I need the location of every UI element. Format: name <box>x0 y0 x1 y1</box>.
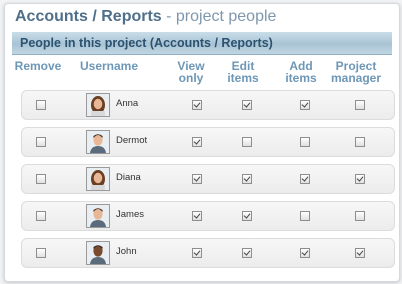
female-user-avatar <box>86 93 110 117</box>
person-row-anna: Anna <box>21 90 395 120</box>
project-manager-checkbox[interactable] <box>355 137 365 147</box>
edit-items-checkbox[interactable] <box>242 174 252 184</box>
view-only-checkbox[interactable] <box>192 211 202 221</box>
view-only-checkbox[interactable] <box>192 100 202 110</box>
header-username: Username <box>79 59 139 73</box>
view-only-checkbox[interactable] <box>192 137 202 147</box>
project-manager-checkbox[interactable] <box>355 211 365 221</box>
person-row-john: John <box>21 238 395 268</box>
page-title: Accounts / Reports - project people <box>15 8 276 26</box>
username-label: Anna <box>116 98 139 109</box>
column-headers: Remove Username View only Edit items Add… <box>5 60 399 92</box>
female-user-avatar <box>86 167 110 191</box>
project-manager-checkbox[interactable] <box>355 174 365 184</box>
header-add-items: Add items <box>285 59 317 85</box>
project-people-panel: Accounts / Reports - project people Peop… <box>4 3 400 282</box>
header-project-manager: Project manager <box>330 59 382 85</box>
edit-items-checkbox[interactable] <box>242 137 252 147</box>
username-label: Diana <box>116 172 141 183</box>
username-label: Dermot <box>116 135 148 146</box>
project-manager-checkbox[interactable] <box>355 248 365 258</box>
person-row-diana: Diana <box>21 164 395 194</box>
male-user-avatar <box>86 241 110 265</box>
add-items-checkbox[interactable] <box>300 211 310 221</box>
person-row-james: James <box>21 201 395 231</box>
view-only-checkbox[interactable] <box>192 248 202 258</box>
edit-items-checkbox[interactable] <box>242 100 252 110</box>
project-manager-checkbox[interactable] <box>355 100 365 110</box>
add-items-checkbox[interactable] <box>300 174 310 184</box>
remove-checkbox[interactable] <box>36 137 46 147</box>
header-edit-items: Edit items <box>227 59 259 85</box>
add-items-checkbox[interactable] <box>300 137 310 147</box>
edit-items-checkbox[interactable] <box>242 248 252 258</box>
view-only-checkbox[interactable] <box>192 174 202 184</box>
remove-checkbox[interactable] <box>36 174 46 184</box>
page-title-main: Accounts / Reports <box>15 8 162 25</box>
person-row-dermot: Dermot <box>21 127 395 157</box>
header-remove: Remove <box>14 59 62 73</box>
remove-checkbox[interactable] <box>36 248 46 258</box>
section-banner: People in this project (Accounts / Repor… <box>12 32 392 55</box>
username-label: John <box>116 246 137 257</box>
section-banner-label: People in this project (Accounts / Repor… <box>20 36 273 50</box>
header-view-only: View only <box>177 59 205 85</box>
male-user-avatar <box>86 204 110 228</box>
page-title-sub: - project people <box>161 8 277 25</box>
remove-checkbox[interactable] <box>36 211 46 221</box>
remove-checkbox[interactable] <box>36 100 46 110</box>
edit-items-checkbox[interactable] <box>242 211 252 221</box>
add-items-checkbox[interactable] <box>300 100 310 110</box>
username-label: James <box>116 209 144 220</box>
add-items-checkbox[interactable] <box>300 248 310 258</box>
male-user-avatar <box>86 130 110 154</box>
